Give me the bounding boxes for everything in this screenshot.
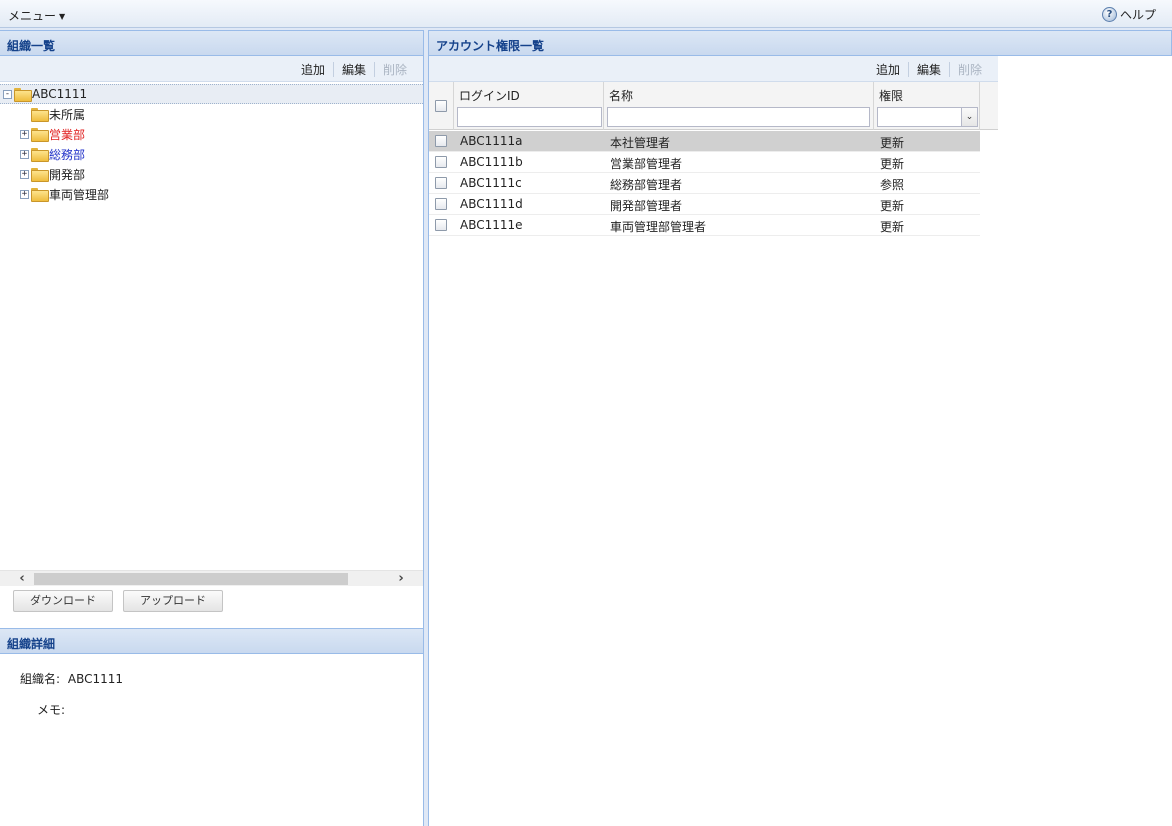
permission-cell: 更新 xyxy=(880,136,905,150)
folder-icon xyxy=(31,128,49,142)
top-menubar: メニュー ▼ ? ヘルプ xyxy=(0,0,1172,28)
login-id-cell: ABC1111e xyxy=(460,218,523,232)
grid-header: ログインID 名称 権限 ⌄ xyxy=(429,82,998,130)
org-edit-button[interactable]: 編集 xyxy=(334,61,374,78)
permission-column[interactable]: 権限 ⌄ xyxy=(874,82,980,130)
name-cell: 総務部管理者 xyxy=(610,178,683,192)
name-filter-input[interactable] xyxy=(607,107,870,127)
table-row[interactable]: ABC1111d 開発部管理者 更新 xyxy=(429,194,980,215)
expand-icon[interactable]: + xyxy=(20,169,29,179)
tree-node-label: 車両管理部 xyxy=(49,187,110,202)
org-list-panel: 組織一覧 追加 編集 削除 - ABC1111 未所属 + 営業部 + 総務部 + 開発部 + 車両… xyxy=(0,30,424,628)
chevron-down-icon[interactable]: ⌄ xyxy=(961,108,977,126)
account-delete-button[interactable]: 削除 xyxy=(950,61,990,78)
folder-icon xyxy=(31,108,49,122)
memo-row: メモ: xyxy=(37,701,69,718)
table-row[interactable]: ABC1111e 車両管理部管理者 更新 xyxy=(429,215,980,236)
table-row[interactable]: ABC1111b 営業部管理者 更新 xyxy=(429,152,980,173)
permission-header: 権限 xyxy=(879,89,904,103)
login-id-cell: ABC1111b xyxy=(460,155,523,169)
name-column[interactable]: 名称 xyxy=(604,82,874,130)
account-toolbar: 追加 編集 削除 xyxy=(429,56,998,82)
tree-node-label: 未所属 xyxy=(49,107,86,122)
folder-icon xyxy=(31,188,49,202)
help-icon: ? xyxy=(1101,7,1117,22)
upload-button[interactable]: アップロード xyxy=(123,590,223,612)
table-row[interactable]: ABC1111c 総務部管理者 参照 xyxy=(429,173,980,194)
tree-node-label: 営業部 xyxy=(49,127,86,142)
name-header: 名称 xyxy=(609,89,634,103)
tree-node[interactable]: + 車両管理部 xyxy=(0,184,423,204)
account-add-button[interactable]: 追加 xyxy=(868,61,908,78)
org-list-title: 組織一覧 xyxy=(0,30,423,56)
chevron-right-icon[interactable]: › xyxy=(393,571,409,587)
expand-icon[interactable]: + xyxy=(20,149,29,159)
login-id-column[interactable]: ログインID xyxy=(454,82,604,130)
account-list-title: アカウント権限一覧 xyxy=(429,30,1172,56)
select-all-checkbox[interactable] xyxy=(435,100,447,112)
org-name-value: ABC1111 xyxy=(67,672,124,686)
tree-horizontal-scrollbar[interactable]: ‹ › xyxy=(0,570,423,586)
row-checkbox[interactable] xyxy=(435,156,447,168)
permission-cell: 更新 xyxy=(880,220,905,234)
row-checkbox[interactable] xyxy=(435,219,447,231)
login-id-header: ログインID xyxy=(459,89,520,103)
org-toolbar: 追加 編集 削除 xyxy=(0,56,423,82)
login-id-cell: ABC1111a xyxy=(460,134,523,148)
row-checkbox[interactable] xyxy=(435,198,447,210)
permission-cell: 更新 xyxy=(880,157,905,171)
tree-node[interactable]: 未所属 xyxy=(0,104,423,124)
login-id-cell: ABC1111d xyxy=(460,197,523,211)
row-checkbox[interactable] xyxy=(435,177,447,189)
permission-filter-select[interactable]: ⌄ xyxy=(877,107,978,127)
tree-node[interactable]: + 営業部 xyxy=(0,124,423,144)
download-button[interactable]: ダウンロード xyxy=(13,590,113,612)
org-button-row: ダウンロード アップロード xyxy=(0,586,423,628)
org-delete-button[interactable]: 削除 xyxy=(375,61,415,78)
account-permission-panel: アカウント権限一覧 追加 編集 削除 ログインID 名称 権限 ⌄ ABC111… xyxy=(428,30,1172,826)
name-cell: 車両管理部管理者 xyxy=(610,220,707,234)
account-edit-button[interactable]: 編集 xyxy=(909,61,949,78)
org-name-label: 組織名: xyxy=(20,672,61,686)
org-tree: - ABC1111 未所属 + 営業部 + 総務部 + 開発部 + 車両管理部 xyxy=(0,84,423,570)
menu-button[interactable]: メニュー ▼ xyxy=(8,7,65,24)
scrollbar-thumb[interactable] xyxy=(34,573,348,585)
org-detail-title: 組織詳細 xyxy=(0,628,423,654)
collapse-icon[interactable]: - xyxy=(3,89,12,99)
login-id-filter-input[interactable] xyxy=(457,107,602,127)
tree-node[interactable]: + 開発部 xyxy=(0,164,423,184)
caret-down-icon: ▼ xyxy=(59,12,66,21)
tree-node[interactable]: + 総務部 xyxy=(0,144,423,164)
expand-icon[interactable]: + xyxy=(20,189,29,199)
name-cell: 営業部管理者 xyxy=(610,157,683,171)
folder-icon xyxy=(31,148,49,162)
help-button[interactable]: ? ヘルプ xyxy=(1101,6,1156,23)
tree-node-label: 総務部 xyxy=(49,147,86,162)
name-cell: 本社管理者 xyxy=(610,136,671,150)
name-cell: 開発部管理者 xyxy=(610,199,683,213)
tree-node-label: ABC1111 xyxy=(32,87,88,101)
login-id-cell: ABC1111c xyxy=(460,176,522,190)
permission-cell: 参照 xyxy=(880,178,905,192)
chevron-left-icon[interactable]: ‹ xyxy=(14,571,30,587)
menu-label: メニュー xyxy=(8,9,57,23)
row-checkbox[interactable] xyxy=(435,135,447,147)
folder-icon xyxy=(14,88,32,102)
expand-icon[interactable]: + xyxy=(20,129,29,139)
tree-node[interactable]: - ABC1111 xyxy=(0,84,423,104)
help-label: ヘルプ xyxy=(1119,8,1156,22)
org-add-button[interactable]: 追加 xyxy=(293,61,333,78)
memo-label: メモ: xyxy=(37,703,66,717)
folder-icon xyxy=(31,168,49,182)
select-all-column xyxy=(429,82,454,130)
org-name-row: 組織名: ABC1111 xyxy=(20,670,123,687)
tree-node-label: 開発部 xyxy=(49,167,86,182)
permission-cell: 更新 xyxy=(880,199,905,213)
table-row[interactable]: ABC1111a 本社管理者 更新 xyxy=(429,131,980,152)
org-detail-panel: 組織詳細 組織名: ABC1111 メモ: xyxy=(0,628,424,826)
account-grid-body: ABC1111a 本社管理者 更新 ABC1111b 営業部管理者 更新 ABC1111c 総… xyxy=(429,131,980,236)
